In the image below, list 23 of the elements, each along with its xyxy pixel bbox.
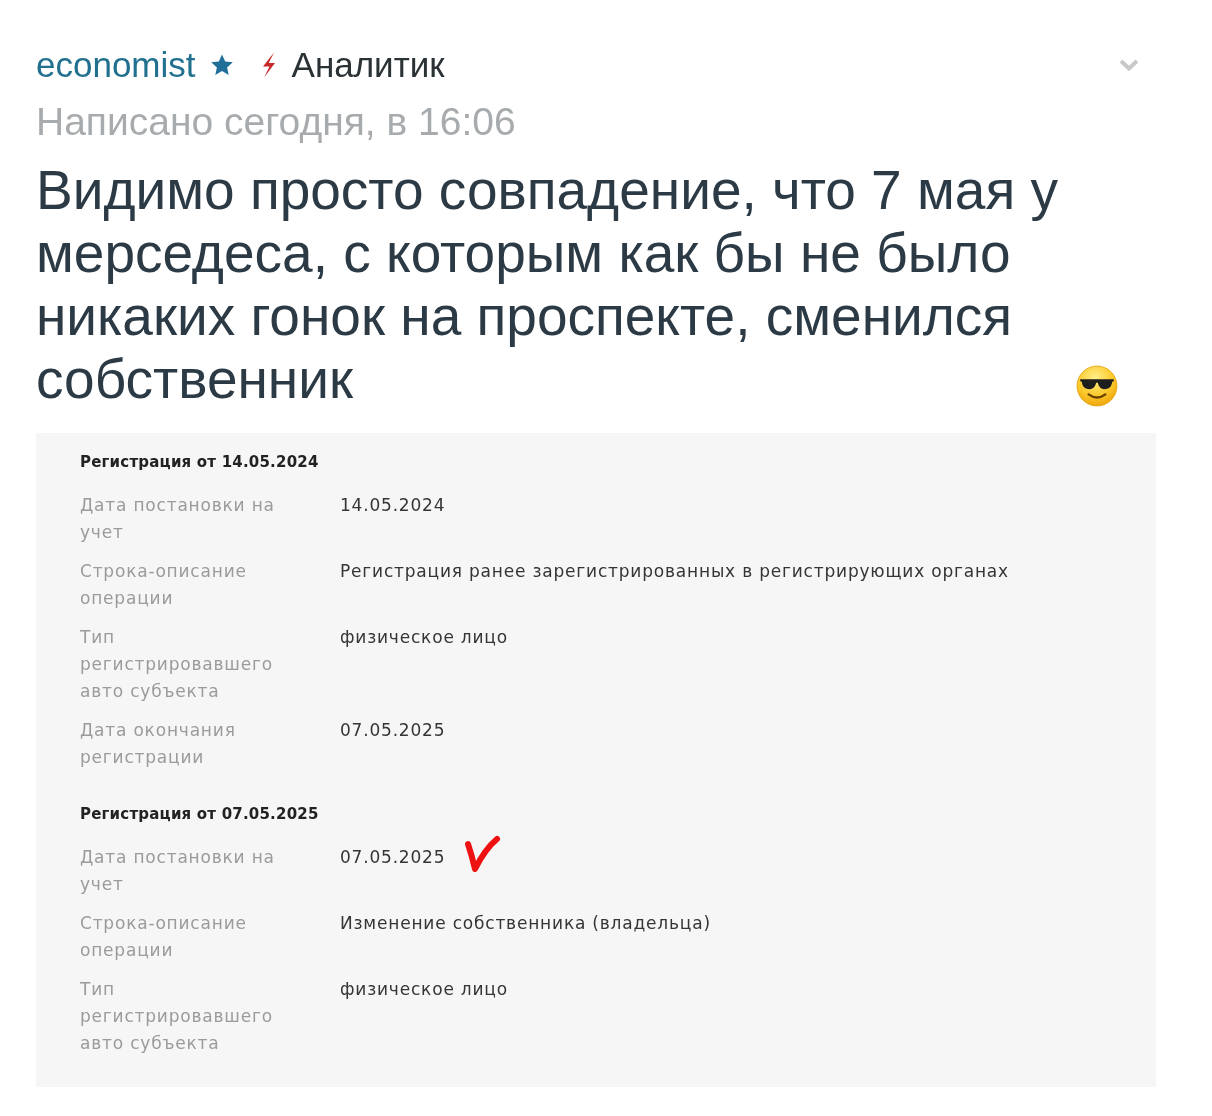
field-label: Дата окончания регистрации bbox=[80, 719, 237, 769]
username-link[interactable]: economist bbox=[36, 45, 196, 85]
field-label: Тип регистрировавшего авто субъекта bbox=[80, 978, 274, 1055]
chevron-down-icon[interactable] bbox=[1118, 58, 1140, 72]
field-label: Дата постановки на учет bbox=[80, 846, 276, 896]
field-value: физическое лицо bbox=[340, 978, 508, 1001]
field-value: Регистрация ранее зарегистрированных в регистрирующих органах bbox=[340, 560, 1009, 583]
section-title: Регистрация от 14.05.2024 bbox=[80, 452, 320, 472]
sunglasses-smiley-icon bbox=[1076, 365, 1118, 407]
field-value: Изменение собственника (владельца) bbox=[340, 912, 711, 935]
post-timestamp: Написано сегодня, в 16:06 bbox=[36, 100, 517, 144]
post-text: Видимо просто совпадение, что 7 мая у мерседеса, с которым как бы не было никаких гонок на проспекте, сменился собственник bbox=[36, 159, 1059, 411]
user-rank-label: Аналитик bbox=[291, 45, 445, 85]
field-value: 07.05.2025 bbox=[340, 846, 446, 869]
field-value: 07.05.2025 bbox=[340, 719, 446, 742]
field-label: Строка-описание операции bbox=[80, 560, 248, 610]
field-value: 14.05.2024 bbox=[340, 494, 446, 517]
field-label: Тип регистрировавшего авто субъекта bbox=[80, 626, 274, 703]
field-label: Строка-описание операции bbox=[80, 912, 248, 962]
star-icon bbox=[209, 53, 234, 77]
field-label: Дата постановки на учет bbox=[80, 494, 276, 544]
field-value: физическое лицо bbox=[340, 626, 508, 649]
section-title: Регистрация от 07.05.2025 bbox=[80, 804, 320, 824]
